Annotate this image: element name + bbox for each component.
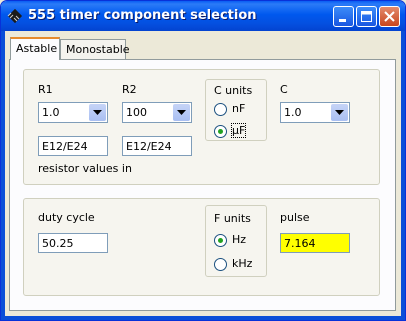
close-icon (384, 11, 395, 22)
chip-icon (7, 8, 23, 24)
r2-value: 100 (126, 106, 147, 119)
pulse-field[interactable]: 7.164 (280, 233, 350, 253)
c-dropdown-button[interactable] (331, 104, 348, 121)
main-window: 555 timer component selection Astable Mo… (0, 0, 406, 321)
radio-nf-label[interactable]: nF (232, 102, 245, 115)
r1-series-field[interactable]: E12/E24 (38, 136, 108, 156)
duty-cycle-field[interactable]: 50.25 (38, 233, 108, 253)
r2-select[interactable]: 100 (122, 102, 192, 123)
chevron-down-icon (93, 110, 102, 115)
c-units-group: C units nF µF (205, 79, 267, 141)
c-units-label: C units (214, 84, 253, 97)
r2-label: R2 (122, 83, 137, 96)
radio-hz[interactable] (214, 234, 227, 247)
output-group: duty cycle 50.25 F units Hz kHz pulse 7.… (23, 198, 380, 296)
tab-astable-label: Astable (16, 42, 58, 55)
r1-value: 1.0 (42, 106, 60, 119)
maximize-icon (361, 11, 372, 22)
resistor-caption: resistor values in (38, 162, 132, 175)
radio-nf[interactable] (214, 103, 227, 116)
radio-uf-label[interactable]: µF (230, 123, 247, 138)
minimize-button[interactable] (333, 6, 354, 27)
chevron-down-icon (177, 110, 186, 115)
duty-cycle-label: duty cycle (38, 211, 95, 224)
tab-astable[interactable]: Astable (10, 37, 60, 60)
radio-khz[interactable] (214, 258, 227, 271)
window-title: 555 timer component selection (28, 8, 257, 23)
c-select[interactable]: 1.0 (280, 102, 350, 123)
minimize-icon (339, 19, 346, 22)
c-label: C (280, 83, 288, 96)
maximize-button[interactable] (356, 6, 377, 27)
component-group: R1 1.0 E12/E24 R2 100 E12/E24 resistor v… (23, 69, 380, 185)
r2-dropdown-button[interactable] (173, 104, 190, 121)
pulse-label: pulse (280, 211, 310, 224)
radio-hz-label[interactable]: Hz (232, 233, 246, 246)
c-value: 1.0 (284, 106, 302, 119)
r2-series-field[interactable]: E12/E24 (122, 136, 192, 156)
f-units-group: F units Hz kHz (205, 205, 267, 277)
radio-khz-label[interactable]: kHz (232, 257, 252, 270)
window-frame-bottom (1, 316, 405, 320)
tab-monostable[interactable]: Monostable (60, 39, 130, 59)
r1-dropdown-button[interactable] (89, 104, 106, 121)
window-frame-left (1, 31, 5, 320)
title-bar[interactable]: 555 timer component selection (1, 1, 405, 31)
r1-select[interactable]: 1.0 (38, 102, 108, 123)
f-units-label: F units (214, 212, 251, 225)
radio-uf[interactable] (214, 125, 227, 138)
r1-label: R1 (38, 83, 53, 96)
chevron-down-icon (335, 110, 344, 115)
astable-panel: R1 1.0 E12/E24 R2 100 E12/E24 resistor v… (9, 59, 396, 311)
close-button[interactable] (379, 6, 400, 27)
window-frame-right (401, 31, 405, 320)
tab-monostable-label: Monostable (66, 43, 130, 56)
